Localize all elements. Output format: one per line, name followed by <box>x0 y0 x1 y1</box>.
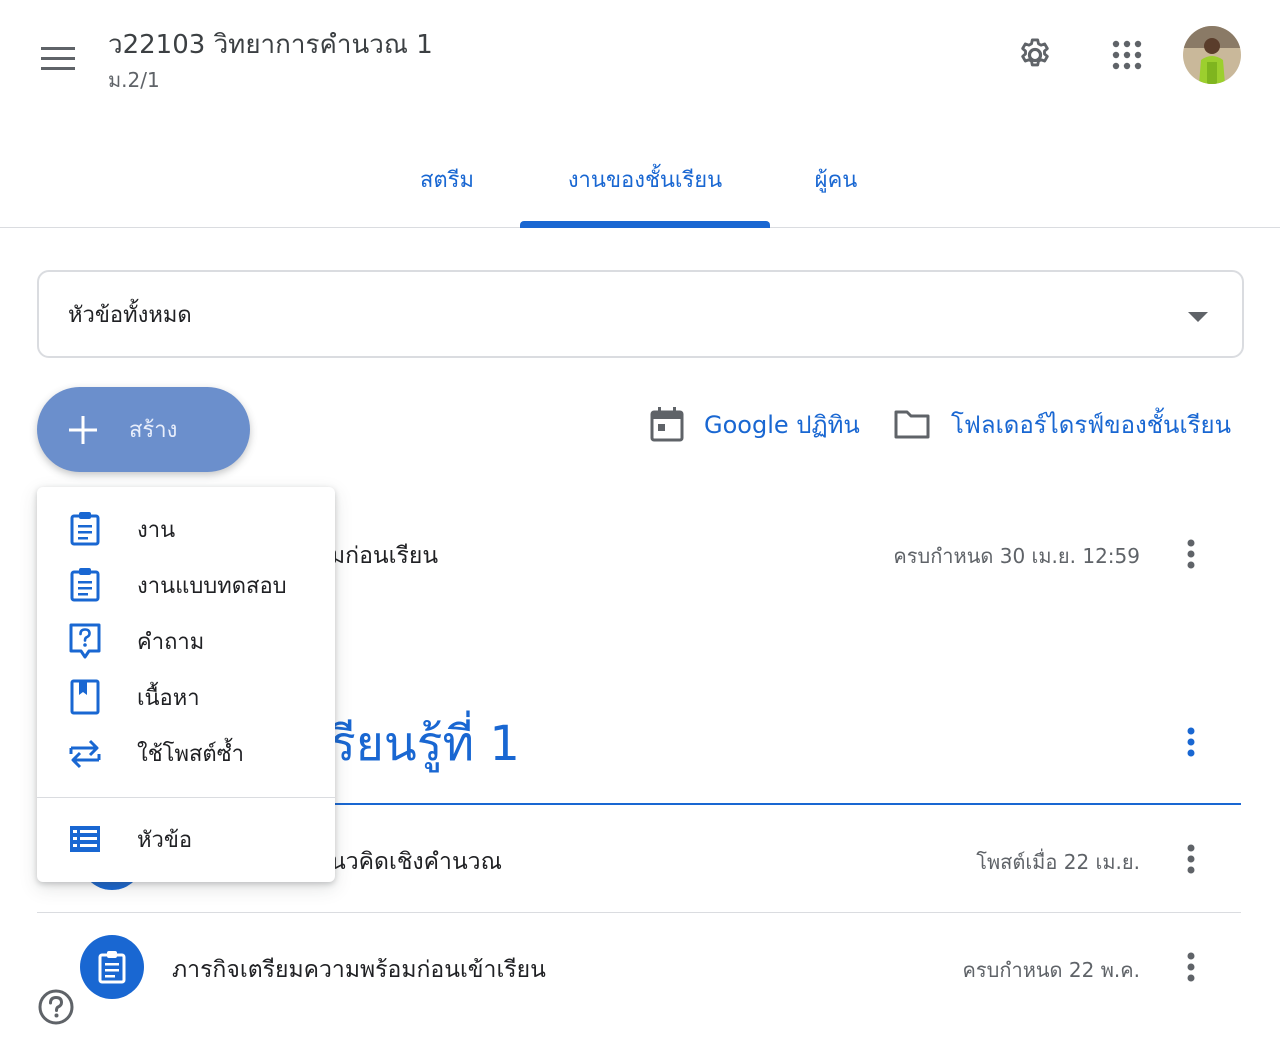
create-button-label: สร้าง <box>129 418 178 443</box>
tab-people[interactable]: ผู้คน <box>788 130 884 228</box>
stream-item-due: ครบกำหนด 30 เม.ย. 12:59 <box>893 544 1140 568</box>
avatar[interactable] <box>1183 26 1241 84</box>
google-calendar-label: Google ปฏิทิน <box>704 410 860 439</box>
row-divider <box>37 912 1241 913</box>
help-button[interactable] <box>37 988 75 1026</box>
menu-item-label: คำถาม <box>137 629 205 655</box>
tab-bar: สตรีม งานของชั้นเรียน ผู้คน <box>0 130 1280 228</box>
more-options-button[interactable] <box>1171 943 1211 991</box>
create-button[interactable]: สร้าง <box>37 387 250 472</box>
menu-item-label: งาน <box>137 517 176 543</box>
menu-item-reuse-post[interactable]: ใช้โพสต์ซ้ำ <box>37 725 335 781</box>
apps-button[interactable] <box>1099 27 1155 83</box>
menu-item-label: เนื้อหา <box>137 685 200 711</box>
menu-item-label: ใช้โพสต์ซ้ำ <box>137 741 244 767</box>
plus-icon <box>69 415 97 444</box>
menu-item-question[interactable]: คำถาม <box>37 613 335 669</box>
material-icon <box>67 679 103 715</box>
settings-button[interactable] <box>1007 27 1063 83</box>
quiz-assignment-icon <box>67 567 103 603</box>
menu-icon <box>41 47 75 70</box>
help-icon <box>38 989 74 1025</box>
class-title[interactable]: ว22103 วิทยาการคำนวณ 1 <box>108 24 433 65</box>
tab-classwork[interactable]: งานของชั้นเรียน <box>520 130 770 228</box>
more-vert-icon <box>1187 539 1195 569</box>
stream-item-posted: โพสต์เมื่อ 22 เม.ย. <box>976 850 1140 874</box>
folder-icon <box>894 410 930 439</box>
more-vert-icon <box>1187 952 1195 982</box>
class-section: ม.2/1 <box>108 68 160 92</box>
menu-item-assignment[interactable]: งาน <box>37 501 335 557</box>
google-calendar-link[interactable]: Google ปฏิทิน <box>650 403 860 445</box>
main-menu-button[interactable] <box>30 30 86 86</box>
assignment-icon <box>98 951 126 984</box>
dropdown-caret-icon <box>1188 312 1208 322</box>
topic-more-options-button[interactable] <box>1171 718 1211 766</box>
menu-item-label: งานแบบทดสอบ <box>137 573 287 599</box>
topic-filter-value: หัวข้อทั้งหมด <box>68 302 192 328</box>
menu-divider <box>37 797 335 798</box>
topic-heading[interactable]: รียนรู้ที่ 1 <box>330 706 520 782</box>
create-menu: งาน งานแบบทดสอบ คำถาม เนื้อหา ใช้โพสต์ซ้… <box>37 487 335 882</box>
stream-item-due: ครบกำหนด 22 พ.ค. <box>962 958 1140 982</box>
assignment-circle-icon[interactable] <box>80 935 144 999</box>
apps-grid-icon <box>1112 40 1142 70</box>
more-vert-icon <box>1187 727 1195 757</box>
reuse-post-icon <box>67 735 103 771</box>
stream-item-title[interactable]: นวคิดเชิงคำนวณ <box>330 844 502 880</box>
tab-stream[interactable]: สตรีม <box>392 130 502 228</box>
topic-filter-select[interactable]: หัวข้อทั้งหมด <box>37 270 1244 358</box>
more-options-button[interactable] <box>1171 530 1211 578</box>
class-drive-folder-link[interactable]: โฟลเดอร์ไดรฟ์ของชั้นเรียน <box>893 403 1231 445</box>
more-vert-icon <box>1187 844 1195 874</box>
menu-item-material[interactable]: เนื้อหา <box>37 669 335 725</box>
menu-item-label: หัวข้อ <box>137 827 193 853</box>
gear-icon <box>1021 38 1049 67</box>
active-tab-indicator <box>520 221 770 228</box>
menu-item-quiz-assignment[interactable]: งานแบบทดสอบ <box>37 557 335 613</box>
more-options-button[interactable] <box>1171 835 1211 883</box>
class-drive-folder-label: โฟลเดอร์ไดรฟ์ของชั้นเรียน <box>951 410 1232 439</box>
calendar-icon <box>650 407 684 442</box>
menu-item-topic[interactable]: หัวข้อ <box>37 811 335 867</box>
stream-item-title[interactable]: ภารกิจเตรียมความพร้อมก่อนเข้าเรียน <box>172 952 546 988</box>
topic-list-icon <box>67 821 103 857</box>
question-icon <box>67 623 103 659</box>
assignment-icon <box>67 511 103 547</box>
stream-item-title[interactable]: มก่อนเรียน <box>330 538 438 574</box>
